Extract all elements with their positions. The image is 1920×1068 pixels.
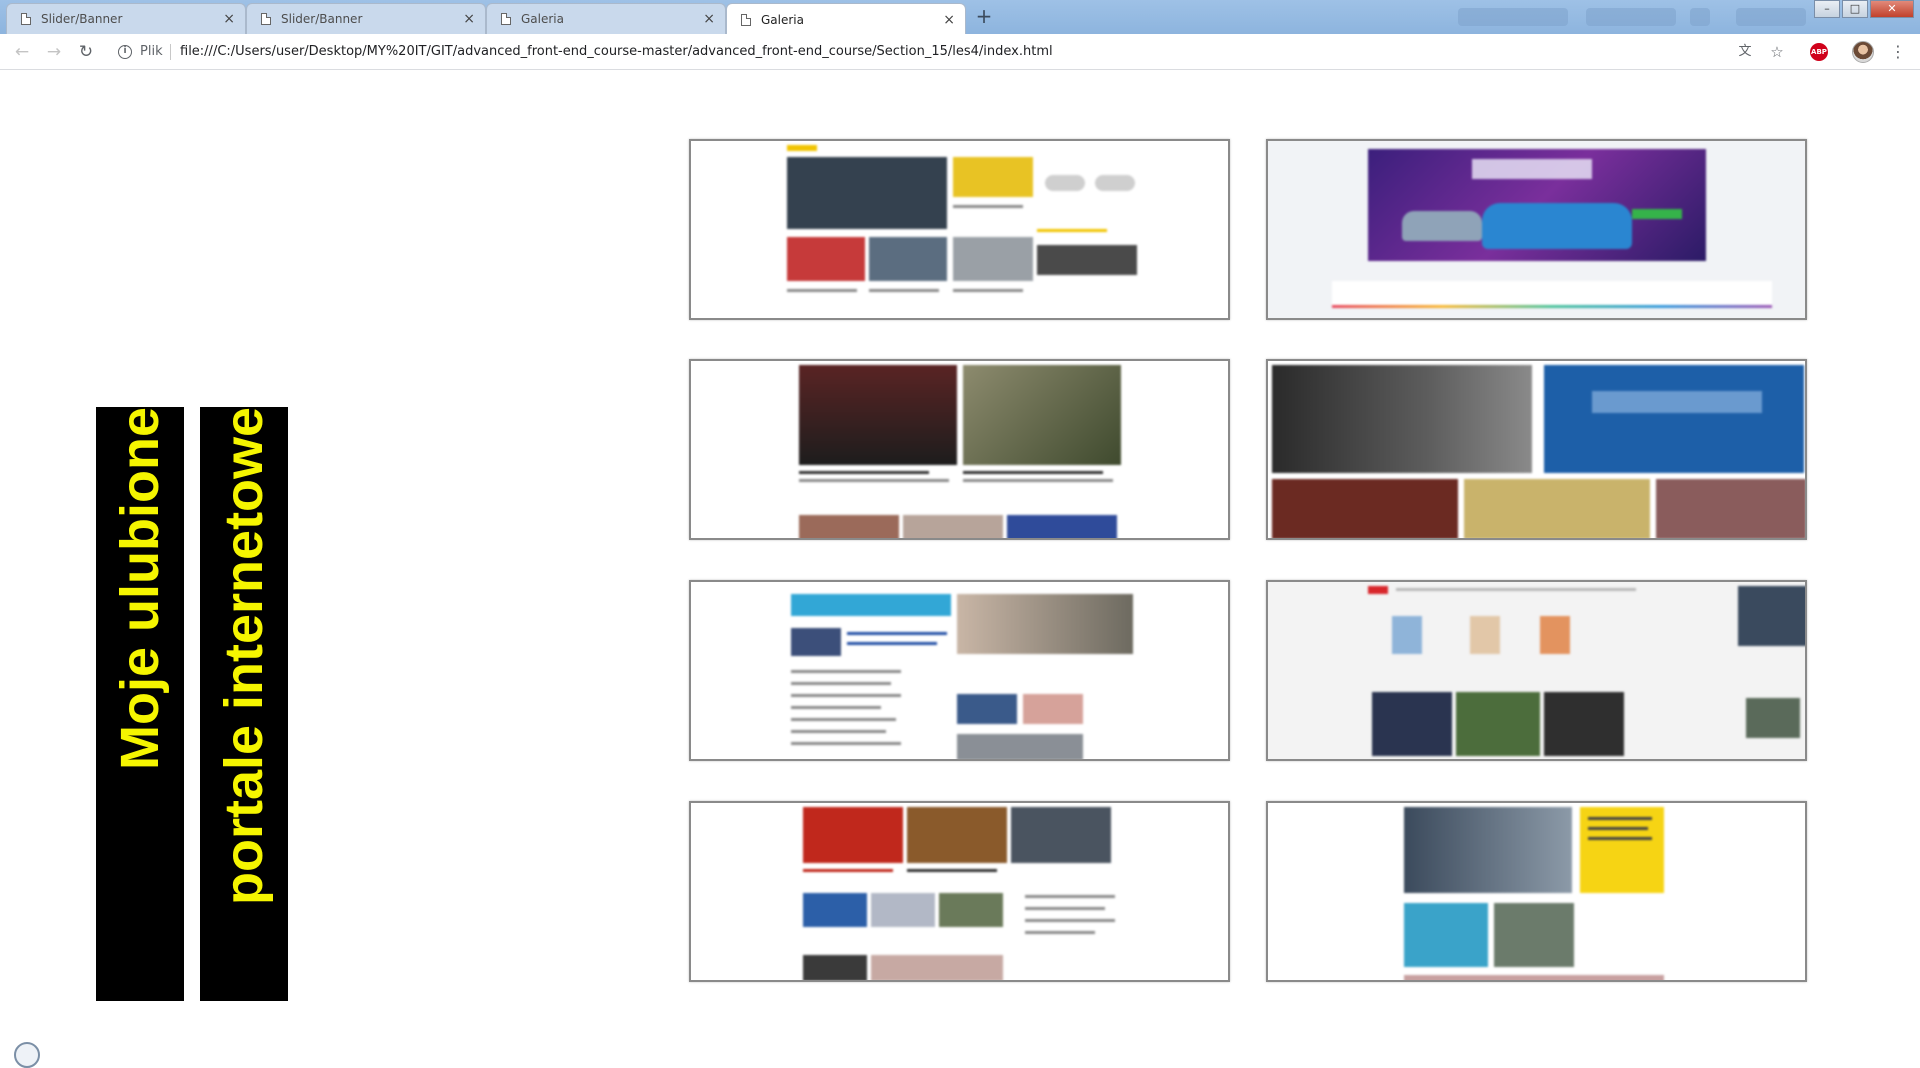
portal-screenshot bbox=[695, 586, 1224, 759]
browser-toolbar: ← → ↻ i Plik file:///C:/Users/user/Deskt… bbox=[0, 34, 1920, 70]
gallery-thumbnail-portal-tech[interactable] bbox=[1266, 359, 1807, 540]
portal-screenshot bbox=[1272, 807, 1801, 980]
gallery-thumbnail-portal-wp[interactable] bbox=[1266, 580, 1807, 761]
portal-gallery bbox=[689, 139, 1807, 982]
heading-line-1: Moje ulubione bbox=[96, 407, 184, 1001]
close-icon[interactable]: × bbox=[943, 12, 955, 28]
tab-title: Slider/Banner bbox=[41, 12, 123, 26]
scheme-label: Plik bbox=[140, 44, 163, 59]
adblock-plus-icon[interactable]: ABP bbox=[1810, 43, 1828, 61]
gallery-thumbnail-portal-sale-banner[interactable] bbox=[1266, 139, 1807, 320]
url-text[interactable]: file:///C:/Users/user/Desktop/MY%20IT/GI… bbox=[180, 44, 1053, 59]
info-icon[interactable]: i bbox=[118, 45, 132, 59]
document-icon bbox=[741, 13, 751, 26]
maximize-button[interactable]: □ bbox=[1842, 0, 1868, 18]
portal-screenshot bbox=[695, 365, 1224, 538]
close-icon[interactable]: × bbox=[463, 11, 475, 27]
blurred-taskbar-item bbox=[1458, 8, 1568, 26]
back-icon[interactable]: ← bbox=[12, 42, 32, 62]
tab-slider-banner-2[interactable]: Slider/Banner × bbox=[246, 3, 486, 34]
gallery-thumbnail-portal-tabloid[interactable] bbox=[1266, 801, 1807, 982]
reload-icon[interactable]: ↻ bbox=[76, 42, 96, 62]
star-icon[interactable]: ☆ bbox=[1767, 42, 1787, 62]
menu-icon[interactable]: ⋮ bbox=[1888, 42, 1908, 62]
portal-screenshot bbox=[1272, 586, 1805, 756]
portal-screenshot bbox=[1272, 145, 1801, 314]
tab-strip: Slider/Banner × Slider/Banner × Galeria … bbox=[0, 0, 1920, 35]
close-window-button[interactable]: ✕ bbox=[1870, 0, 1914, 18]
blurred-taskbar-item bbox=[1690, 8, 1710, 26]
close-icon[interactable]: × bbox=[223, 11, 235, 27]
forward-icon[interactable]: → bbox=[44, 42, 64, 62]
document-icon bbox=[21, 13, 31, 25]
profile-avatar[interactable] bbox=[1852, 41, 1874, 63]
document-icon bbox=[261, 13, 271, 25]
tab-slider-banner-1[interactable]: Slider/Banner × bbox=[6, 3, 246, 34]
gallery-thumbnail-portal-weather-news[interactable] bbox=[689, 580, 1230, 761]
close-icon[interactable]: × bbox=[703, 11, 715, 27]
heading-line-2: portale internetowe bbox=[200, 407, 288, 1001]
tab-title: Slider/Banner bbox=[281, 12, 363, 26]
gallery-thumbnail-portal-news-2[interactable] bbox=[689, 359, 1230, 540]
minimize-button[interactable]: – bbox=[1814, 0, 1840, 18]
document-icon bbox=[501, 13, 511, 25]
tab-title: Galeria bbox=[761, 12, 804, 27]
address-bar[interactable]: i Plik file:///C:/Users/user/Desktop/MY%… bbox=[108, 39, 1768, 65]
translate-icon[interactable]: 文 bbox=[1735, 42, 1755, 62]
portal-screenshot bbox=[695, 145, 1224, 314]
new-tab-button[interactable]: + bbox=[970, 6, 998, 28]
corner-app-icon[interactable] bbox=[14, 1042, 40, 1068]
tab-galeria-1[interactable]: Galeria × bbox=[486, 3, 726, 34]
gallery-thumbnail-portal-news-1[interactable] bbox=[689, 139, 1230, 320]
tab-galeria-active[interactable]: Galeria × bbox=[726, 3, 966, 35]
address-separator bbox=[170, 44, 171, 60]
tab-title: Galeria bbox=[521, 12, 564, 26]
portal-screenshot bbox=[1272, 365, 1805, 538]
blurred-taskbar-item bbox=[1736, 8, 1806, 26]
gallery-thumbnail-portal-news-red[interactable] bbox=[689, 801, 1230, 982]
portal-screenshot bbox=[695, 807, 1224, 980]
blurred-taskbar-item bbox=[1586, 8, 1676, 26]
